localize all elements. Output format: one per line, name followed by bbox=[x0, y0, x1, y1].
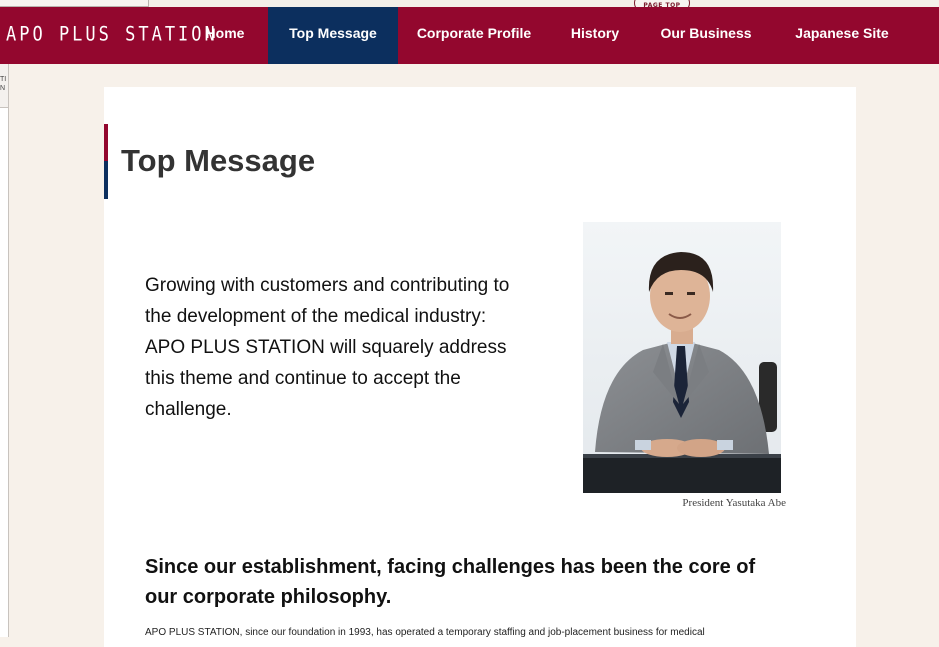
nav-history[interactable]: History bbox=[556, 7, 634, 64]
photo-caption: President Yasutaka Abe bbox=[682, 497, 786, 509]
nav-top-message[interactable]: Top Message bbox=[268, 7, 398, 64]
title-accent-navy bbox=[104, 161, 108, 199]
lead-message: Growing with customers and contributing … bbox=[145, 275, 510, 420]
president-portrait-image bbox=[583, 222, 781, 493]
nav-japanese-site[interactable]: Japanese Site bbox=[780, 7, 904, 64]
page-title: Top Message bbox=[121, 143, 316, 178]
nav-corporate-profile[interactable]: Corporate Profile bbox=[404, 7, 544, 64]
nav-home[interactable]: Home bbox=[187, 7, 263, 64]
title-accent-red bbox=[104, 124, 108, 161]
philosophy-heading: Since our establishment, facing challeng… bbox=[145, 556, 756, 608]
left-panel-fragment: TI N bbox=[0, 64, 8, 108]
content-card: Top Message Growing with customers and c… bbox=[104, 87, 856, 647]
president-photo bbox=[583, 222, 781, 493]
main-navbar: APO PLUS STATION Home Top Message Corpor… bbox=[0, 7, 939, 64]
left-window-edge bbox=[0, 64, 9, 637]
site-logo[interactable]: APO PLUS STATION bbox=[6, 3, 218, 69]
nav-our-business[interactable]: Our Business bbox=[648, 7, 764, 64]
body-paragraph: APO PLUS STATION, since our foundation i… bbox=[145, 627, 705, 638]
